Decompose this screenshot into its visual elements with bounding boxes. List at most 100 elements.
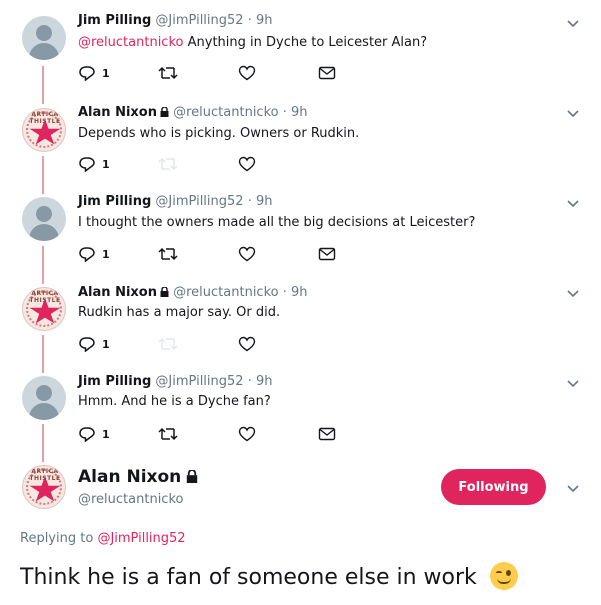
user-avatar[interactable] xyxy=(22,376,66,420)
reply-icon xyxy=(79,427,95,442)
like-button[interactable] xyxy=(238,425,256,443)
user-avatar[interactable] xyxy=(22,16,66,60)
retweet-button xyxy=(158,155,178,173)
envelope-icon xyxy=(318,427,336,441)
reply-icon xyxy=(79,66,95,81)
replying-to: Replying to @JimPilling52 xyxy=(20,531,186,546)
author-name[interactable]: Jim Pilling xyxy=(78,374,151,389)
author-name[interactable]: Alan Nixon xyxy=(78,467,198,487)
chevron-down-icon[interactable] xyxy=(566,376,580,390)
author-name[interactable]: Jim Pilling xyxy=(78,13,151,28)
retweet-icon xyxy=(158,66,178,80)
tweet-header: Jim Pilling @JimPilling52 · 9h xyxy=(78,374,273,389)
author-handle[interactable]: @reluctantnicko xyxy=(173,285,278,300)
thread-line xyxy=(42,156,44,194)
retweet-button[interactable] xyxy=(158,425,178,443)
tweet-time[interactable]: 9h xyxy=(291,105,308,120)
tweet-actions: 1 xyxy=(78,64,358,82)
tweet-header: Alan Nixon @reluctantnicko · 9h xyxy=(78,105,308,120)
user-avatar[interactable]: ARTICA THISTLE xyxy=(22,108,66,152)
tweet-time[interactable]: 9h xyxy=(291,285,308,300)
chevron-down-icon[interactable] xyxy=(566,196,580,210)
thread-line xyxy=(42,66,44,104)
author-name-text: Alan Nixon xyxy=(78,467,182,487)
user-avatar[interactable] xyxy=(22,197,66,241)
envelope-icon xyxy=(318,247,336,261)
reply-button[interactable]: 1 xyxy=(78,64,110,82)
lock-icon xyxy=(160,107,169,117)
tweet-time[interactable]: 9h xyxy=(256,13,273,28)
winking-face-icon xyxy=(489,562,518,590)
tweet-body: Anything in Dyche to Leicester Alan? xyxy=(187,35,428,50)
author-handle[interactable]: @JimPilling52 xyxy=(155,13,243,28)
reply-count: 1 xyxy=(102,427,110,441)
tweet-text: I thought the owners made all the big de… xyxy=(78,215,476,230)
following-button[interactable]: Following xyxy=(441,469,546,505)
reply-button[interactable]: 1 xyxy=(78,425,110,443)
lock-icon xyxy=(187,470,198,483)
like-button[interactable] xyxy=(238,335,256,353)
direct-message-button[interactable] xyxy=(318,64,336,82)
tweet-actions: 1 xyxy=(78,245,358,263)
tweet-header: Jim Pilling @JimPilling52 · 9h xyxy=(78,194,273,209)
reply-icon xyxy=(79,157,95,172)
author-handle[interactable]: @reluctantnicko xyxy=(78,492,183,507)
replying-prefix: Replying to xyxy=(20,531,94,546)
main-tweet-text: Think he is a fan of someone else in wor… xyxy=(20,562,518,590)
reply-count: 1 xyxy=(102,337,110,351)
reply-count: 1 xyxy=(102,157,110,171)
retweet-button[interactable] xyxy=(158,245,178,263)
chevron-down-icon[interactable] xyxy=(566,481,580,495)
author-handle[interactable]: @JimPilling52 xyxy=(155,374,243,389)
tweet-header: Alan Nixon @reluctantnicko · 9h xyxy=(78,285,308,300)
thread-line xyxy=(42,424,44,462)
author-name[interactable]: Alan Nixon xyxy=(78,285,157,300)
retweet-icon xyxy=(158,247,178,261)
reply-button[interactable]: 1 xyxy=(78,335,110,353)
heart-icon xyxy=(238,246,256,262)
reply-count: 1 xyxy=(102,247,110,261)
tweet-actions: 1 xyxy=(78,335,358,353)
retweet-disabled-icon xyxy=(158,157,178,171)
like-button[interactable] xyxy=(238,155,256,173)
reply-icon xyxy=(79,247,95,262)
main-tweet-body: Think he is a fan of someone else in wor… xyxy=(20,565,477,590)
replying-to-link[interactable]: @JimPilling52 xyxy=(97,531,185,546)
thread-line xyxy=(42,335,44,373)
direct-message-button[interactable] xyxy=(318,425,336,443)
heart-icon xyxy=(238,65,256,81)
reply-button[interactable]: 1 xyxy=(78,155,110,173)
chevron-down-icon[interactable] xyxy=(566,16,580,30)
mention-link[interactable]: @reluctantnicko xyxy=(78,35,183,50)
author-handle[interactable]: @reluctantnicko xyxy=(173,105,278,120)
lock-icon xyxy=(160,287,169,297)
thread-line xyxy=(42,246,44,284)
reply-button[interactable]: 1 xyxy=(78,245,110,263)
chevron-down-icon[interactable] xyxy=(566,106,580,120)
chevron-down-icon[interactable] xyxy=(566,286,580,300)
user-avatar[interactable]: ARTICA THISTLE xyxy=(22,465,66,509)
direct-message-button[interactable] xyxy=(318,245,336,263)
retweet-icon xyxy=(158,427,178,441)
tweet-time[interactable]: 9h xyxy=(256,194,273,209)
author-name[interactable]: Jim Pilling xyxy=(78,194,151,209)
tweet-time[interactable]: 9h xyxy=(256,374,273,389)
tweet-text: Hmm. And he is a Dyche fan? xyxy=(78,394,271,409)
like-button[interactable] xyxy=(238,64,256,82)
tweet-text: @reluctantnicko Anything in Dyche to Lei… xyxy=(78,35,427,50)
user-avatar[interactable]: ARTICA THISTLE xyxy=(22,287,66,331)
retweet-button xyxy=(158,335,178,353)
envelope-icon xyxy=(318,66,336,80)
author-name[interactable]: Alan Nixon xyxy=(78,105,157,120)
tweet-actions: 1 xyxy=(78,425,358,443)
tweet-actions: 1 xyxy=(78,155,358,173)
retweet-button[interactable] xyxy=(158,64,178,82)
reply-icon xyxy=(79,337,95,352)
tweet-text: Depends who is picking. Owners or Rudkin… xyxy=(78,126,360,141)
heart-icon xyxy=(238,336,256,352)
reply-count: 1 xyxy=(102,66,110,80)
like-button[interactable] xyxy=(238,245,256,263)
retweet-disabled-icon xyxy=(158,337,178,351)
author-handle[interactable]: @JimPilling52 xyxy=(155,194,243,209)
heart-icon xyxy=(238,426,256,442)
